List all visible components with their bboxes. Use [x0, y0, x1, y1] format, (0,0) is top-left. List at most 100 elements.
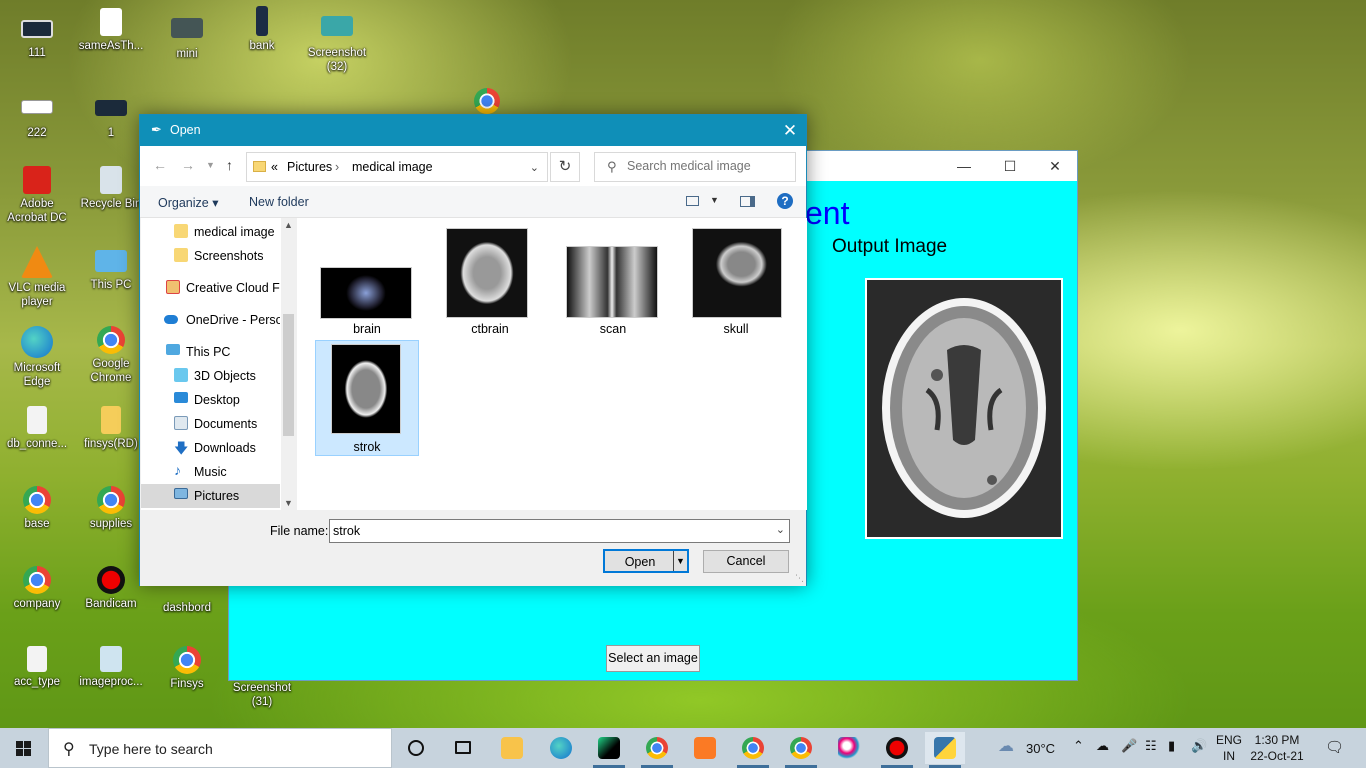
desktop-icon-1[interactable]: 1 [74, 94, 148, 140]
desktop-icon-screenshot-32[interactable]: Screenshot (32) [300, 14, 374, 74]
taskbar-chrome-3[interactable] [781, 732, 821, 768]
desktop-icon-bank[interactable]: bank [225, 6, 299, 53]
desktop-icon-finsys-rd[interactable]: finsys(RD) [74, 406, 148, 451]
desktop-icon-this-pc[interactable]: This PC [74, 246, 148, 292]
nav-item-medical-image[interactable]: medical image [141, 220, 280, 244]
view-dropdown-icon[interactable]: ▼ [710, 195, 719, 205]
close-button[interactable]: ✕ [1032, 151, 1078, 181]
file-item-brain[interactable]: brain [315, 223, 419, 339]
organize-menu[interactable]: Organize ▾ [158, 195, 218, 210]
minimize-button[interactable]: — [941, 151, 987, 181]
taskbar-edge[interactable] [541, 732, 581, 764]
desktop-icon-acrobat[interactable]: Adobe Acrobat DC [0, 166, 74, 225]
weather-temp[interactable]: 30°C [1026, 741, 1055, 756]
desktop-icon-finsys[interactable]: Finsys [150, 646, 224, 691]
resize-grip-icon[interactable]: ⋱ [795, 573, 804, 584]
cortana-button[interactable] [396, 732, 436, 764]
taskbar-xampp[interactable] [685, 732, 725, 764]
notification-icon[interactable]: 🗨 [1325, 738, 1344, 756]
forward-arrow-icon[interactable]: → [181, 157, 195, 173]
maximize-button[interactable]: ☐ [987, 151, 1033, 181]
start-button[interactable] [0, 728, 48, 768]
cancel-button[interactable]: Cancel [703, 550, 789, 573]
desktop-icon-base[interactable]: base [0, 486, 74, 531]
taskbar-python[interactable] [925, 732, 965, 768]
new-folder-button[interactable]: New folder [249, 195, 309, 209]
open-dropdown-icon[interactable]: ▼ [673, 551, 687, 571]
nav-item-creative-cloud[interactable]: Creative Cloud Fil [141, 276, 280, 300]
desktop-icon-vlc[interactable]: VLC media player [0, 246, 74, 309]
file-item-ctbrain[interactable]: ctbrain [438, 223, 542, 339]
desktop-icon-bandicam[interactable]: Bandicam [74, 566, 148, 611]
taskbar-paint[interactable] [829, 732, 869, 764]
chrome-floating-icon[interactable] [474, 88, 500, 114]
desktop-icon-recycle-bin[interactable]: Recycle Bin [74, 166, 148, 211]
taskbar-search[interactable]: ⚲ Type here to search [48, 728, 392, 768]
view-options-icon[interactable] [686, 196, 699, 206]
nav-item-this-pc[interactable]: This PC [141, 340, 280, 364]
search-input[interactable] [627, 159, 787, 173]
taskbar-chrome-profile[interactable] [637, 732, 677, 768]
desktop-icon-imageproc[interactable]: imageproc... [74, 646, 148, 689]
nav-scrollbar[interactable]: ▲ ▼ [281, 218, 296, 510]
desktop-icon-222[interactable]: 222 [0, 94, 74, 140]
address-dropdown-icon[interactable]: ⌄ [530, 161, 539, 174]
open-button[interactable]: Open ▼ [603, 549, 689, 573]
wifi-icon[interactable]: ☷ [1145, 738, 1157, 754]
dialog-close-button[interactable]: ✕ [774, 115, 806, 146]
address-bar[interactable]: « Pictures › medical image ⌄ [246, 152, 548, 182]
clock[interactable]: 1:30 PM 22-Oct-21 [1246, 732, 1308, 764]
taskbar-pycharm[interactable] [589, 732, 629, 768]
file-list[interactable]: brain ctbrain scan skull strok [297, 218, 807, 510]
nav-item-3d-objects[interactable]: 3D Objects [141, 364, 280, 388]
language-indicator[interactable]: ENG IN [1214, 732, 1244, 764]
desktop-icon-111[interactable]: 111 [0, 14, 74, 60]
file-item-skull[interactable]: skull [684, 223, 788, 339]
nav-item-documents[interactable]: Documents [141, 412, 280, 436]
weather-icon[interactable]: ☁ [998, 736, 1014, 756]
up-arrow-icon[interactable]: ↑ [226, 157, 233, 173]
nav-item-music[interactable]: ♪ Music [141, 460, 280, 484]
volume-icon[interactable]: 🔊 [1191, 738, 1207, 754]
back-arrow-icon[interactable]: ← [153, 157, 167, 173]
scroll-up-icon[interactable]: ▲ [284, 220, 293, 230]
preview-pane-icon[interactable] [740, 196, 755, 207]
file-name-input[interactable] [333, 524, 763, 538]
file-item-scan[interactable]: scan [561, 223, 665, 339]
desktop-icon-company[interactable]: company [0, 566, 74, 611]
desktop-icon-supplies[interactable]: supplies [74, 486, 148, 531]
breadcrumb-pictures[interactable]: Pictures [287, 160, 332, 174]
navigation-pane[interactable]: medical image Screenshots Creative Cloud… [141, 218, 296, 510]
open-file-dialog[interactable]: ✒ Open ✕ ← → ▼ ↑ « Pictures › medical im… [139, 114, 807, 586]
desktop-icon-acc-type[interactable]: acc_type [0, 646, 74, 689]
recent-dropdown-icon[interactable]: ▼ [206, 160, 215, 170]
nav-item-downloads[interactable]: 🡇 Downloads [141, 436, 280, 460]
microphone-icon[interactable]: 🎤 [1121, 738, 1137, 754]
nav-scroll-thumb[interactable] [283, 314, 294, 436]
taskbar-file-explorer[interactable] [492, 732, 532, 764]
show-hidden-icons-icon[interactable]: ⌃ [1073, 738, 1084, 754]
network-icon[interactable]: ☁ [1096, 738, 1109, 754]
chevron-down-icon[interactable]: ⌄ [776, 523, 785, 536]
taskbar-bandicam[interactable] [877, 732, 917, 768]
select-image-button[interactable]: Select an image [606, 645, 700, 672]
nav-item-screenshots[interactable]: Screenshots [141, 244, 280, 268]
search-box[interactable]: ⚲ [594, 152, 796, 182]
desktop-icon-chrome[interactable]: Google Chrome [74, 326, 148, 385]
desktop-icon-edge[interactable]: Microsoft Edge [0, 326, 74, 389]
dialog-titlebar[interactable]: ✒ Open ✕ [140, 115, 806, 146]
battery-icon[interactable]: ▮ [1168, 738, 1175, 754]
desktop-icon-db-conne[interactable]: db_conne... [0, 406, 74, 451]
refresh-button[interactable]: ↻ [550, 152, 580, 182]
help-icon[interactable]: ? [777, 193, 793, 209]
file-item-strok[interactable]: strok [315, 340, 419, 456]
breadcrumb-medical-image[interactable]: medical image [352, 160, 433, 174]
nav-item-onedrive[interactable]: OneDrive - Persor [141, 308, 280, 332]
scroll-down-icon[interactable]: ▼ [284, 498, 293, 508]
desktop-icon-sameasth[interactable]: sameAsTh... [74, 8, 148, 53]
desktop-icon-mini[interactable]: mini [150, 14, 224, 61]
nav-item-pictures[interactable]: Pictures [141, 484, 280, 508]
taskbar-chrome-2[interactable] [733, 732, 773, 768]
nav-item-desktop[interactable]: Desktop [141, 388, 280, 412]
file-name-field[interactable]: ⌄ [329, 519, 790, 543]
